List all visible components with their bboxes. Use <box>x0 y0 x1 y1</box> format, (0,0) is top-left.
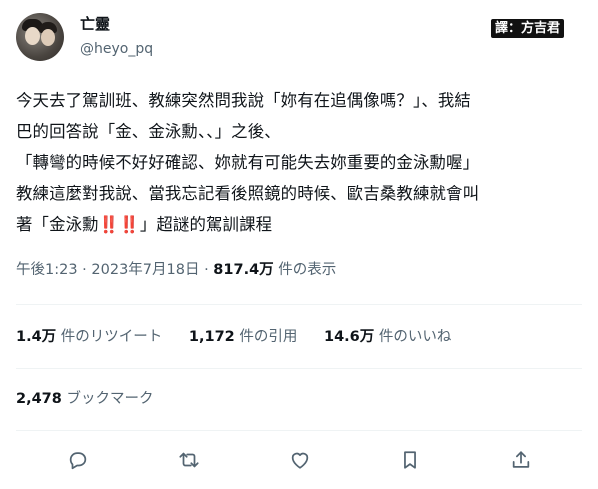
bookmarks-label: ブックマーク <box>66 391 154 407</box>
tweet-meta: 午後1:23 · 2023年7月18日 · 817.4万 件の表示 <box>16 262 337 278</box>
bookmarks-link[interactable]: 2,478 ブックマーク <box>16 389 153 409</box>
like-button[interactable] <box>287 447 313 473</box>
share-button[interactable] <box>508 447 534 473</box>
reply-button[interactable] <box>65 447 91 473</box>
tweet-text: 今天去了駕訓班、教練突然問我說「妳有在追偶像嗎？」、我結 巴的回答說「金、金泳勳… <box>16 85 588 240</box>
tweet-time[interactable]: 午後1:23 <box>16 262 78 278</box>
author-name[interactable]: 亡靈 <box>80 14 110 34</box>
bookmark-icon <box>404 451 416 469</box>
likes-link[interactable]: 14.6万 件のいいね <box>324 329 451 345</box>
tweet-line: 「轉彎的時候不好好確認、妳就有可能失去妳重要的金泳勳喔」 <box>16 153 480 172</box>
tweet-line: 教練這麼對我說、當我忘記看後照鏡的時候、歐吉桑教練就會叫 <box>16 184 480 203</box>
engagement-stats: 1.4万 件のリツイート 1,172 件の引用 14.6万 件のいいね <box>16 327 473 347</box>
reply-icon <box>69 452 87 470</box>
retweet-icon <box>179 452 199 468</box>
share-icon <box>512 451 530 468</box>
tweet-date[interactable]: 2023年7月18日 <box>91 262 199 278</box>
bookmarks-count: 2,478 <box>16 391 62 407</box>
likes-label: 件のいいね <box>378 329 452 345</box>
retweets-count: 1.4万 <box>16 329 57 345</box>
translator-watermark: 譯：方吉君 <box>491 19 565 38</box>
tweet-line: 今天去了駕訓班、教練突然問我說「妳有在追偶像嗎？」、我結 <box>16 91 471 110</box>
tweet-line: 著「金泳勳‼️‼️」超謎的駕訓課程 <box>16 215 273 234</box>
retweet-button[interactable] <box>176 447 202 473</box>
divider <box>16 368 582 369</box>
divider <box>16 304 582 305</box>
quotes-label: 件の引用 <box>239 329 298 345</box>
tweet-line: 巴的回答說「金、金泳勳、、」之後、 <box>16 122 281 141</box>
author-handle[interactable]: @heyo_pq <box>80 40 153 58</box>
divider <box>16 430 582 431</box>
retweets-label: 件のリツイート <box>60 329 163 345</box>
likes-count: 14.6万 <box>324 329 375 345</box>
views-count: 817.4万 <box>213 262 274 278</box>
views-label: 件の表示 <box>278 262 337 278</box>
author-avatar[interactable] <box>16 13 64 61</box>
bookmark-button[interactable] <box>397 447 423 473</box>
retweets-link[interactable]: 1.4万 件のリツイート <box>16 329 167 345</box>
quotes-count: 1,172 <box>188 329 235 345</box>
like-icon <box>291 452 309 469</box>
quotes-link[interactable]: 1,172 件の引用 <box>189 329 302 345</box>
